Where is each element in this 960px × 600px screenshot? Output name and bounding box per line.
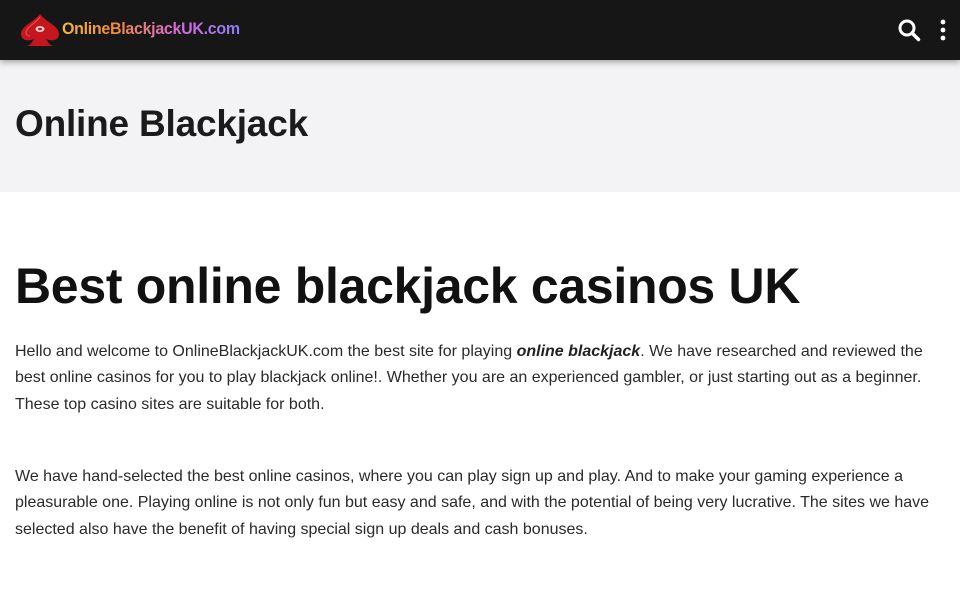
logo-text: OnlineBlackjackUK.com bbox=[62, 20, 240, 39]
top-navbar: OnlineBlackjackUK.com bbox=[0, 0, 960, 60]
intro-text-start: Hello and welcome to OnlineBlackjackUK.c… bbox=[15, 343, 517, 360]
intro-paragraph: Hello and welcome to OnlineBlackjackUK.c… bbox=[15, 339, 950, 418]
search-icon bbox=[898, 19, 921, 42]
second-paragraph: We have hand-selected the best online ca… bbox=[15, 468, 930, 538]
intro-emphasis: online blackjack bbox=[516, 343, 641, 360]
vertical-dots-icon bbox=[940, 19, 946, 41]
search-button[interactable] bbox=[897, 18, 921, 42]
more-menu-button[interactable] bbox=[931, 18, 955, 42]
page-title: Online Blackjack bbox=[15, 103, 308, 144]
main-heading: Best online blackjack casinos UK bbox=[15, 258, 801, 314]
site-logo-link[interactable]: OnlineBlackjackUK.com bbox=[18, 12, 240, 48]
spade-logo-icon bbox=[21, 14, 59, 46]
